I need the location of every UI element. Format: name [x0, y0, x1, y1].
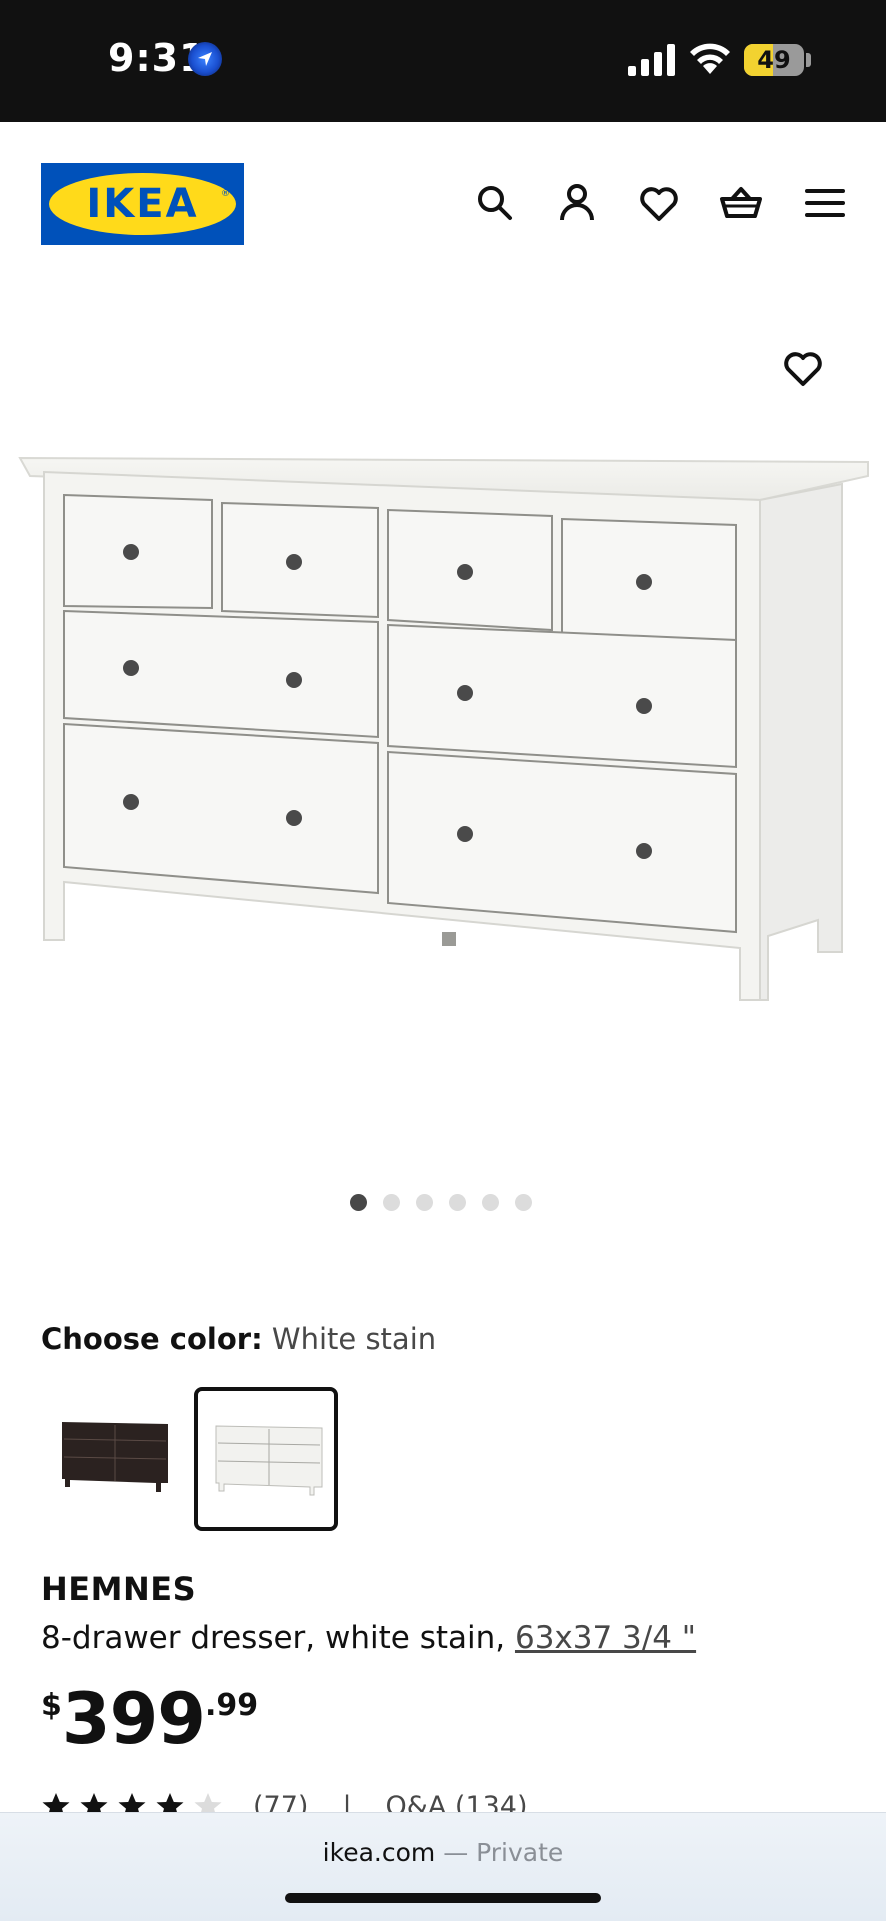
gallery-dot[interactable] — [416, 1194, 433, 1211]
choose-color-value: White stain — [271, 1322, 437, 1356]
battery-indicator: 49 — [744, 44, 804, 76]
product-description-text: 8-drawer dresser, white stain, — [41, 1620, 515, 1656]
swatch-black-brown[interactable] — [48, 1387, 188, 1527]
product-description: 8-drawer dresser, white stain, 63x37 3/4… — [41, 1620, 696, 1656]
product-name: HEMNES — [41, 1570, 197, 1608]
choose-color-label: Choose color: White stain — [41, 1322, 436, 1356]
gallery-dot[interactable] — [482, 1194, 499, 1211]
status-bar: 9:31 49 — [0, 0, 886, 122]
cellular-signal-icon — [628, 44, 675, 76]
search-icon[interactable] — [472, 180, 518, 226]
price-currency: $ — [41, 1688, 62, 1723]
product-size-link[interactable]: 63x37 3/4 " — [515, 1620, 696, 1656]
gallery-dot[interactable] — [350, 1194, 367, 1211]
gallery-dot[interactable] — [449, 1194, 466, 1211]
account-icon[interactable] — [554, 180, 600, 226]
choose-color-title: Choose color: — [41, 1322, 263, 1356]
swatch-white-stain[interactable] — [194, 1387, 338, 1531]
home-indicator[interactable] — [285, 1893, 601, 1903]
battery-level: 49 — [757, 46, 791, 74]
browser-private-label: — Private — [435, 1838, 564, 1867]
location-icon — [188, 42, 222, 76]
menu-icon[interactable] — [802, 180, 848, 226]
basket-icon[interactable] — [718, 180, 764, 226]
wifi-icon — [690, 43, 730, 74]
browser-domain: ikea.com — [322, 1838, 436, 1867]
gallery-dot[interactable] — [515, 1194, 532, 1211]
product-price: $399.99 — [41, 1678, 258, 1760]
product-image[interactable] — [0, 300, 886, 1180]
price-integer: 399 — [61, 1678, 206, 1760]
logo-registered-mark: ® — [221, 189, 230, 199]
battery-tip — [806, 53, 811, 67]
ikea-logo[interactable]: IKEA ® — [41, 163, 244, 245]
browser-url[interactable]: ikea.com — Private — [0, 1838, 886, 1867]
heart-icon[interactable] — [636, 180, 682, 226]
add-to-favorites-icon[interactable] — [780, 345, 826, 391]
logo-text: IKEA — [86, 181, 199, 227]
gallery-dot[interactable] — [383, 1194, 400, 1211]
price-decimal: .99 — [205, 1688, 259, 1723]
gallery-pagination[interactable] — [350, 1194, 532, 1214]
